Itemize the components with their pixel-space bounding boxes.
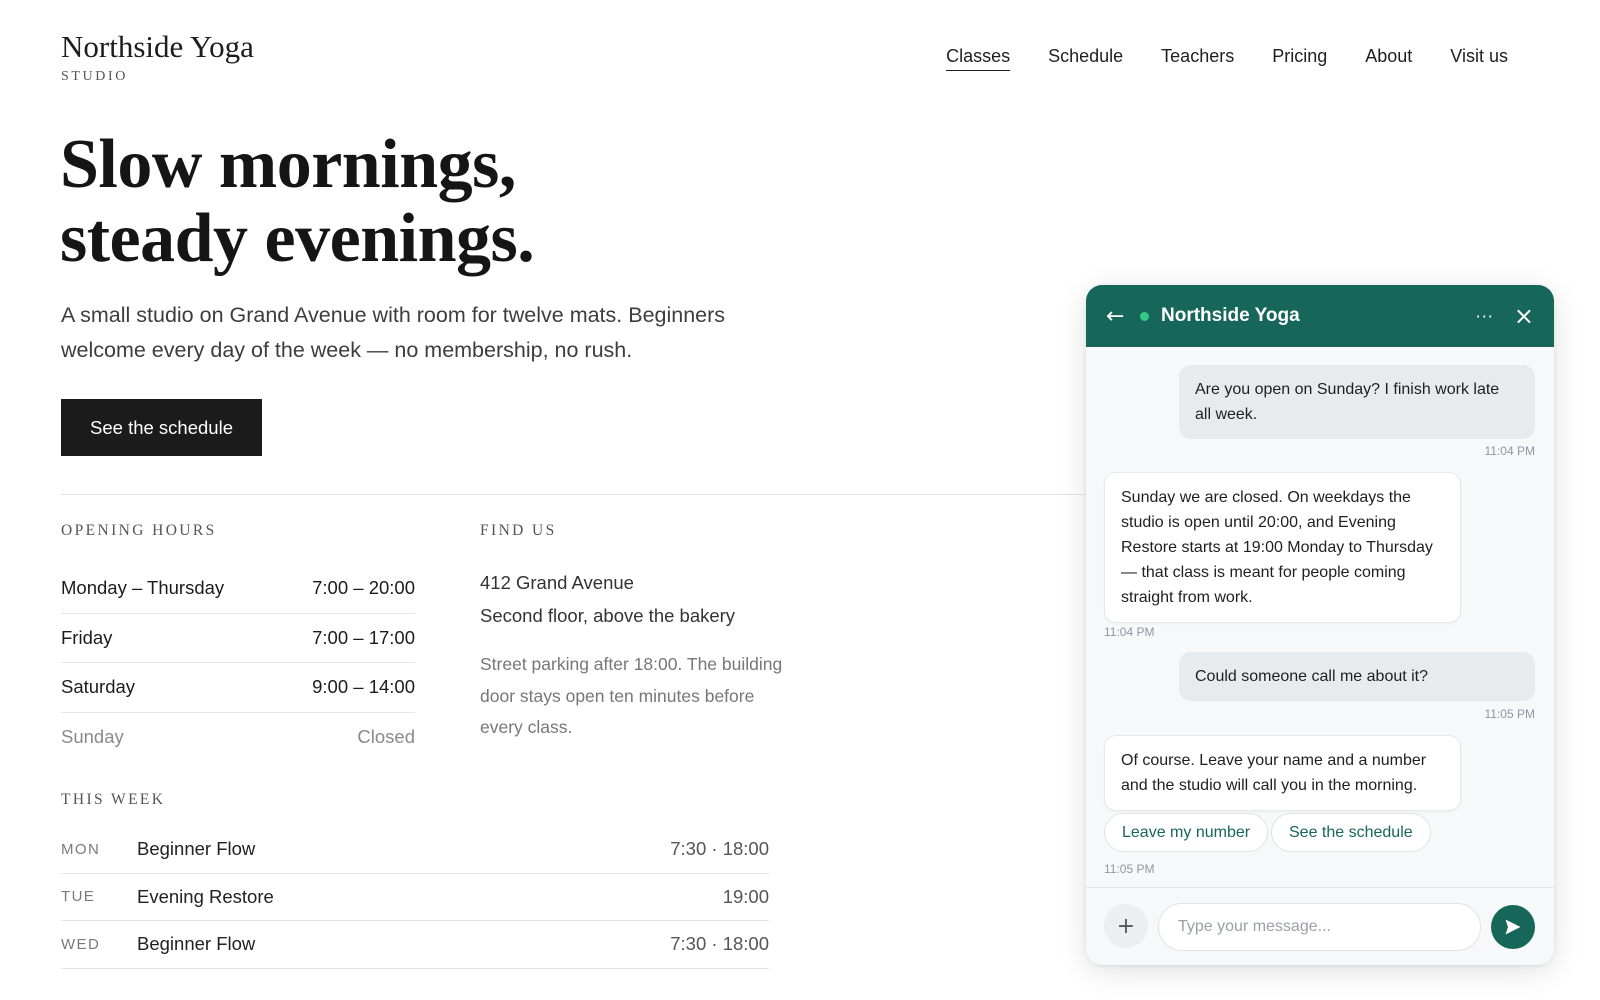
send-icon bbox=[1505, 919, 1521, 935]
week-row[interactable]: TUE Evening Restore 19:00 bbox=[61, 874, 769, 921]
see-schedule-button[interactable]: See the schedule bbox=[61, 399, 262, 456]
user-message: Are you open on Sunday? I finish work la… bbox=[1179, 365, 1535, 439]
hours-day: Saturday bbox=[61, 676, 136, 698]
nav-item-teachers[interactable]: Teachers bbox=[1161, 46, 1234, 71]
message-input[interactable] bbox=[1158, 903, 1481, 951]
ellipsis-icon[interactable]: ··· bbox=[1476, 307, 1494, 326]
hours-row: Saturday 9:00 – 14:00 bbox=[61, 663, 415, 713]
find-us-heading: FIND US bbox=[480, 522, 557, 539]
nav-item-classes[interactable]: Classes bbox=[946, 46, 1011, 71]
week-class: Beginner Flow bbox=[137, 933, 256, 955]
hero-title-line1: Slow mornings, bbox=[60, 126, 516, 203]
close-icon[interactable]: × bbox=[1514, 304, 1534, 328]
brand-name: Northside Yoga bbox=[61, 29, 254, 64]
main-nav: Classes Schedule Teachers Pricing About … bbox=[946, 46, 1508, 71]
this-week-heading: THIS WEEK bbox=[61, 791, 166, 808]
chat-header: ← Northside Yoga ··· × bbox=[1086, 285, 1554, 347]
hours-row: Monday – Thursday 7:00 – 20:00 bbox=[61, 564, 415, 614]
week-day: TUE bbox=[61, 888, 96, 906]
hero-description: A small studio on Grand Avenue with room… bbox=[61, 303, 726, 362]
week-time: 7:30 · 18:00 bbox=[670, 933, 769, 955]
bot-message: Of course. Leave your name and a number … bbox=[1104, 735, 1461, 811]
chat-input-bar: + bbox=[1086, 887, 1554, 965]
quick-reply-leave-number[interactable]: Leave my number bbox=[1104, 813, 1269, 852]
hours-day: Monday – Thursday bbox=[61, 577, 225, 599]
online-status-dot bbox=[1140, 311, 1149, 321]
hours-day: Sunday bbox=[61, 726, 124, 748]
arrow-left-icon[interactable]: ← bbox=[1106, 304, 1132, 329]
hours-time: 7:00 – 17:00 bbox=[312, 626, 415, 648]
week-row[interactable]: WED Beginner Flow 7:30 · 18:00 bbox=[61, 921, 769, 969]
nav-item-schedule[interactable]: Schedule bbox=[1048, 46, 1123, 71]
week-day: WED bbox=[61, 935, 101, 953]
week-time: 7:30 · 18:00 bbox=[670, 838, 769, 860]
nav-item-about[interactable]: About bbox=[1365, 46, 1412, 71]
section-divider bbox=[61, 494, 1086, 495]
week-day: MON bbox=[61, 840, 101, 858]
this-week-list: MON Beginner Flow 7:30 · 18:00 TUE Eveni… bbox=[61, 826, 769, 969]
nav-item-pricing[interactable]: Pricing bbox=[1272, 46, 1327, 71]
chat-title: Northside Yoga bbox=[1161, 305, 1300, 326]
message-timestamp: 11:04 PM bbox=[1484, 444, 1535, 458]
opening-hours-heading: OPENING HOURS bbox=[61, 522, 217, 539]
hero-title-line2: steady evenings. bbox=[60, 200, 535, 277]
send-button[interactable] bbox=[1491, 905, 1535, 949]
week-class: Evening Restore bbox=[137, 885, 274, 907]
plus-icon[interactable]: + bbox=[1104, 904, 1148, 948]
quick-reply-see-schedule[interactable]: See the schedule bbox=[1271, 813, 1431, 852]
nav-item-visit-us[interactable]: Visit us bbox=[1450, 46, 1508, 71]
user-message: Could someone call me about it? bbox=[1179, 652, 1535, 701]
hours-time: 7:00 – 20:00 bbox=[312, 577, 415, 599]
opening-hours-table: Monday – Thursday 7:00 – 20:00 Friday 7:… bbox=[61, 564, 415, 762]
week-time: 19:00 bbox=[722, 885, 769, 907]
message-timestamp: 11:04 PM bbox=[1104, 625, 1155, 639]
address-line1: 412 Grand Avenue bbox=[480, 572, 634, 593]
hours-row: Friday 7:00 – 17:00 bbox=[61, 614, 415, 663]
message-timestamp: 11:05 PM bbox=[1104, 862, 1155, 876]
message-timestamp: 11:05 PM bbox=[1484, 707, 1535, 721]
week-row[interactable]: MON Beginner Flow 7:30 · 18:00 bbox=[61, 826, 769, 874]
week-class: Beginner Flow bbox=[137, 838, 256, 860]
parking-note: Street parking after 18:00. The building… bbox=[480, 654, 783, 737]
address-line2: Second floor, above the bakery bbox=[480, 605, 736, 626]
hours-time: Closed bbox=[357, 726, 415, 748]
hours-time: 9:00 – 14:00 bbox=[312, 676, 415, 698]
brand-logo[interactable]: Northside Yoga STUDIO bbox=[61, 31, 254, 85]
bot-message: Sunday we are closed. On weekdays the st… bbox=[1104, 472, 1461, 623]
hours-day: Friday bbox=[61, 626, 113, 648]
hero-title: Slow mornings, steady evenings. bbox=[60, 128, 760, 276]
brand-subtitle: STUDIO bbox=[61, 69, 128, 84]
chat-messages[interactable]: Are you open on Sunday? I finish work la… bbox=[1086, 347, 1554, 887]
hours-row: Sunday Closed bbox=[61, 713, 415, 763]
chat-widget: ← Northside Yoga ··· × Are you open on S… bbox=[1086, 285, 1554, 965]
studio-address: 412 Grand Avenue Second floor, above the… bbox=[480, 566, 735, 632]
